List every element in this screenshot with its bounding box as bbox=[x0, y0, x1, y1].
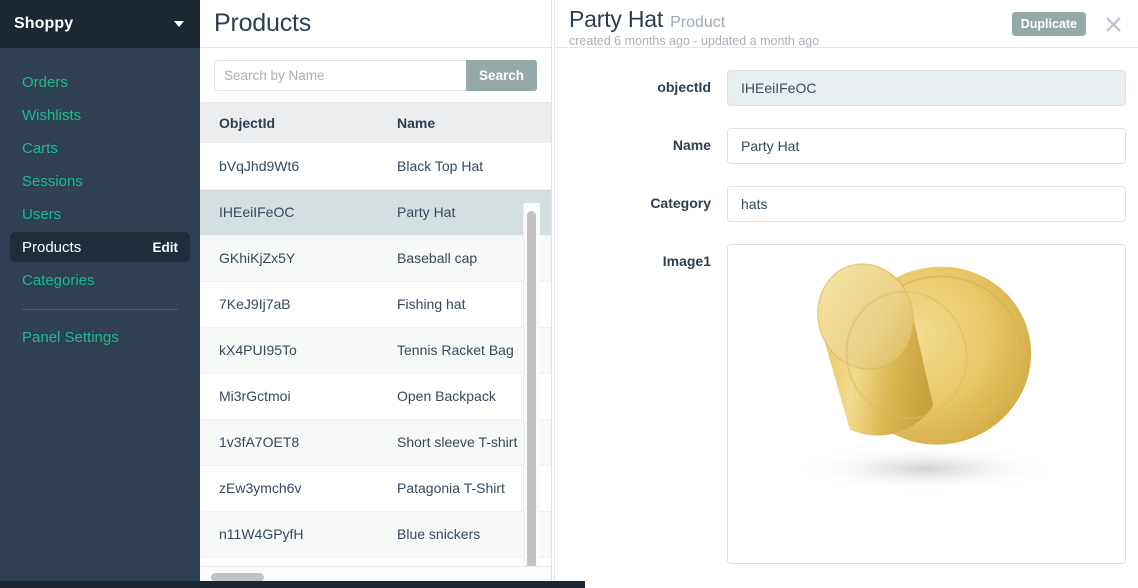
name-field[interactable] bbox=[727, 128, 1126, 164]
detail-form: objectId Name Category Image1 bbox=[555, 48, 1138, 588]
table-row[interactable]: zEw3ymch6v Patagonia T-Shirt bbox=[200, 465, 551, 512]
table-header-row: ObjectId Name bbox=[200, 103, 551, 143]
gold-top-hat-icon bbox=[728, 245, 1125, 535]
duplicate-button[interactable]: Duplicate bbox=[1011, 12, 1086, 36]
detail-header: Party Hat Product created 6 months ago -… bbox=[555, 0, 1138, 48]
sidebar-item-sessions[interactable]: Sessions bbox=[10, 166, 190, 196]
column-header-objectid[interactable]: ObjectId bbox=[200, 103, 378, 143]
field-row-image1: Image1 bbox=[555, 244, 1126, 564]
sidebar-edit-link[interactable]: Edit bbox=[153, 240, 179, 255]
sidebar-item-users[interactable]: Users bbox=[10, 199, 190, 229]
search-button[interactable]: Search bbox=[465, 60, 537, 91]
product-list-panel: Products Search ObjectId Name bVqJhd9Wt6… bbox=[200, 0, 552, 588]
cell-objectid: n11W4GPyfH bbox=[200, 511, 378, 558]
sidebar-item-categories[interactable]: Categories bbox=[10, 265, 190, 295]
table-row[interactable]: bVqJhd9Wt6 Black Top Hat bbox=[200, 143, 551, 190]
field-row-name: Name bbox=[555, 128, 1126, 164]
sidebar-item-products[interactable]: Products Edit bbox=[10, 232, 190, 262]
detail-header-text: Party Hat Product created 6 months ago -… bbox=[569, 4, 1012, 48]
sidebar-nav: Orders Wishlists Carts Sessions Users Pr… bbox=[0, 48, 200, 352]
cell-objectid: bVqJhd9Wt6 bbox=[200, 143, 378, 190]
cell-objectid: 7KeJ9Ij7aB bbox=[200, 281, 378, 328]
detail-timestamps: created 6 months ago - updated a month a… bbox=[569, 34, 820, 48]
sidebar-item-wishlists[interactable]: Wishlists bbox=[10, 100, 190, 130]
field-label: Image1 bbox=[662, 253, 711, 269]
field-control bbox=[727, 244, 1126, 564]
detail-title: Party Hat bbox=[569, 6, 664, 32]
sidebar-item-label: Products bbox=[22, 238, 82, 256]
cell-objectid: GKhiKjZx5Y bbox=[200, 235, 378, 282]
search-input[interactable] bbox=[214, 60, 466, 91]
sidebar-item-label: Carts bbox=[22, 139, 58, 157]
table-row[interactable]: Mi3rGctmoi Open Backpack bbox=[200, 373, 551, 420]
table-row[interactable]: GKhiKjZx5Y Baseball cap bbox=[200, 235, 551, 282]
sidebar-item-label: Sessions bbox=[22, 172, 83, 190]
field-control bbox=[727, 70, 1126, 106]
sidebar-item-label: Wishlists bbox=[22, 106, 82, 124]
cell-objectid: Mi3rGctmoi bbox=[200, 373, 378, 420]
table-row[interactable]: 1v3fA7OET8 Short sleeve T-shirt bbox=[200, 419, 551, 466]
column-header-name[interactable]: Name bbox=[378, 103, 551, 143]
table-row[interactable]: n11W4GPyfH Blue snickers bbox=[200, 511, 551, 558]
sidebar-item-carts[interactable]: Carts bbox=[10, 133, 190, 163]
chevron-down-icon[interactable] bbox=[174, 21, 184, 27]
image1-preview[interactable] bbox=[727, 244, 1126, 564]
field-label: Name bbox=[672, 137, 711, 153]
table-row[interactable]: IHEeiIFeOC Party Hat bbox=[200, 189, 551, 236]
field-control bbox=[727, 186, 1126, 222]
product-table: ObjectId Name bVqJhd9Wt6 Black Top Hat I… bbox=[200, 103, 551, 558]
bottom-strip bbox=[0, 581, 585, 588]
cell-objectid: IHEeiIFeOC bbox=[200, 189, 378, 236]
search-bar: Search bbox=[200, 48, 551, 103]
sidebar: Shoppy Orders Wishlists Carts Sessions U… bbox=[0, 0, 200, 588]
product-detail-panel: Party Hat Product created 6 months ago -… bbox=[554, 0, 1138, 588]
detail-title-line: Party Hat Product bbox=[569, 6, 1012, 33]
table-row[interactable]: 7KeJ9Ij7aB Fishing hat bbox=[200, 281, 551, 328]
category-field[interactable] bbox=[727, 186, 1126, 222]
sidebar-item-orders[interactable]: Orders bbox=[10, 67, 190, 97]
brand-name: Shoppy bbox=[14, 15, 74, 32]
detail-type-label: Product bbox=[670, 14, 726, 31]
field-label: objectId bbox=[657, 79, 711, 95]
sidebar-item-label: Orders bbox=[22, 73, 68, 91]
list-header: Products bbox=[200, 0, 551, 48]
sidebar-item-label: Panel Settings bbox=[22, 328, 119, 346]
vertical-scrollbar-thumb[interactable] bbox=[527, 211, 536, 588]
objectid-field[interactable] bbox=[727, 70, 1126, 106]
cell-objectid: zEw3ymch6v bbox=[200, 465, 378, 512]
field-row-category: Category bbox=[555, 186, 1126, 222]
cell-objectid: 1v3fA7OET8 bbox=[200, 419, 378, 466]
sidebar-item-label: Categories bbox=[22, 271, 95, 289]
brand-header[interactable]: Shoppy bbox=[0, 0, 200, 48]
field-label: Category bbox=[650, 195, 711, 211]
field-control bbox=[727, 128, 1126, 164]
product-table-wrap: ObjectId Name bVqJhd9Wt6 Black Top Hat I… bbox=[200, 103, 551, 588]
sidebar-item-panel-settings[interactable]: Panel Settings bbox=[10, 322, 190, 352]
app-root: Shoppy Orders Wishlists Carts Sessions U… bbox=[0, 0, 1138, 588]
sidebar-item-label: Users bbox=[22, 205, 62, 223]
cell-objectid: kX4PUI95To bbox=[200, 327, 378, 374]
field-row-objectid: objectId bbox=[555, 70, 1126, 106]
close-icon[interactable] bbox=[1100, 11, 1126, 37]
sidebar-divider bbox=[22, 309, 178, 310]
table-row[interactable]: kX4PUI95To Tennis Racket Bag bbox=[200, 327, 551, 374]
page-title: Products bbox=[214, 9, 312, 37]
cell-name: Black Top Hat bbox=[378, 143, 551, 190]
